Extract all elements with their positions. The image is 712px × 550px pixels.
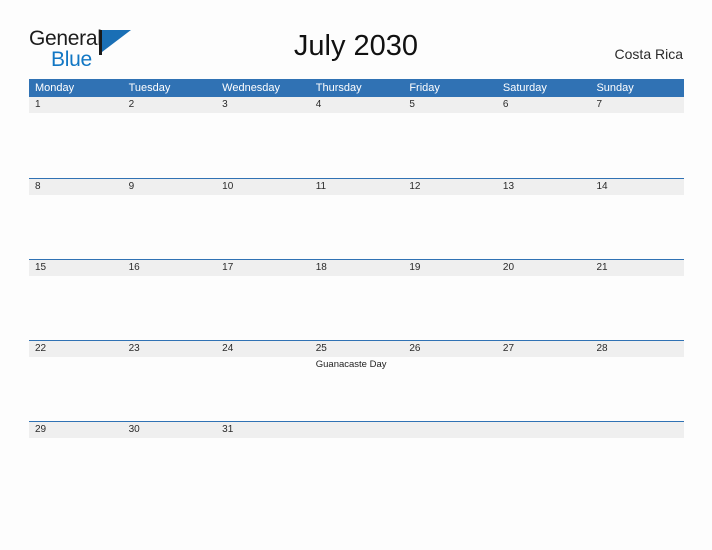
day-cell[interactable]: 17 — [216, 260, 310, 340]
day-number: 19 — [409, 262, 421, 273]
day-number: 13 — [502, 181, 515, 192]
weekday-header-wednesday: Wednesday — [222, 82, 281, 94]
day-number: 26 — [409, 343, 421, 354]
day-cell[interactable]: 29 — [29, 422, 123, 502]
day-cell[interactable]: 3 — [216, 97, 310, 178]
region-label: Costa Rica — [614, 46, 683, 62]
day-number: 7 — [596, 99, 603, 110]
day-cell[interactable] — [590, 422, 684, 502]
weekday-header-row: Monday Tuesday Wednesday Thursday Friday Satu… — [29, 79, 684, 97]
calendar-week-row: 22 23 24 25 Guanacaste Day 26 27 28 — [29, 340, 684, 421]
day-cell[interactable]: 7 — [590, 97, 684, 178]
day-number: 18 — [315, 262, 327, 273]
weekday-header-monday: Monday — [35, 82, 75, 94]
day-cell[interactable] — [310, 422, 404, 502]
week-cells: 22 23 24 25 Guanacaste Day 26 27 28 — [29, 341, 684, 421]
day-cell[interactable]: 24 — [216, 341, 310, 421]
day-cell[interactable]: 6 — [497, 97, 591, 178]
day-number: 28 — [596, 343, 608, 354]
day-number: 3 — [222, 99, 228, 110]
day-cell[interactable]: 14 — [590, 179, 684, 259]
day-cell[interactable]: 9 — [123, 179, 217, 259]
page-title: July 2030 — [293, 30, 419, 62]
day-cell[interactable]: 5 — [403, 97, 497, 178]
week-cells: 15 16 17 18 19 20 21 — [29, 260, 684, 340]
day-cell[interactable]: 30 — [123, 422, 217, 502]
week-cells: 29 30 31 — [29, 422, 684, 502]
day-number: 2 — [128, 99, 135, 110]
day-cell[interactable]: 22 — [29, 341, 123, 421]
week-cells: 1 2 3 4 5 6 7 — [29, 97, 684, 178]
day-number: 30 — [128, 424, 140, 435]
day-cell[interactable]: 16 — [123, 260, 217, 340]
day-number: 17 — [222, 262, 234, 273]
day-cell[interactable]: 20 — [497, 260, 591, 340]
day-cell[interactable]: 19 — [403, 260, 497, 340]
day-cell[interactable] — [497, 422, 591, 502]
day-number: 4 — [315, 99, 322, 110]
day-number: 21 — [596, 262, 608, 273]
day-cell[interactable]: 21 — [590, 260, 684, 340]
day-cell[interactable]: 18 — [310, 260, 404, 340]
day-number: 31 — [222, 424, 234, 435]
day-number: 14 — [596, 181, 608, 192]
day-number: 25 — [315, 343, 327, 354]
day-number: 23 — [128, 343, 140, 354]
calendar-grid: Monday Tuesday Wednesday Thursday Friday Satu… — [29, 79, 684, 502]
calendar-weeks: 1 2 3 4 5 6 7 8 9 10 11 12 13 14 15 16 17 18 19 20 21 22 23 24 2… — [29, 97, 684, 502]
day-cell[interactable]: 10 — [216, 179, 310, 259]
day-cell[interactable]: 13 — [497, 179, 591, 259]
weekday-header-thursday: Thursday — [315, 82, 362, 94]
day-cell[interactable]: 25 Guanacaste Day — [310, 341, 404, 421]
day-number: 10 — [222, 181, 234, 192]
day-number: 9 — [128, 181, 135, 192]
page-header: General Blue July 2030 Costa Rica — [0, 0, 712, 79]
calendar-week-row: 1 2 3 4 5 6 7 — [29, 97, 684, 178]
day-number: 22 — [35, 343, 47, 354]
day-number: 5 — [409, 99, 415, 110]
calendar-week-row: 29 30 31 — [29, 421, 684, 502]
day-cell[interactable]: 12 — [403, 179, 497, 259]
weekday-header-saturday: Saturday — [502, 82, 547, 94]
calendar-week-row: 15 16 17 18 19 20 21 — [29, 259, 684, 340]
day-number: 29 — [35, 424, 47, 435]
day-number: 27 — [502, 343, 515, 354]
day-number: 24 — [222, 343, 234, 354]
day-number: 16 — [128, 262, 140, 273]
day-cell[interactable]: 8 — [29, 179, 123, 259]
day-number: 6 — [502, 99, 509, 110]
day-cell[interactable]: 27 — [497, 341, 591, 421]
day-cell[interactable]: 1 — [29, 97, 123, 178]
weekday-header-friday: Friday — [409, 82, 440, 94]
day-number: 12 — [409, 181, 421, 192]
weekday-header-sunday: Sunday — [596, 82, 634, 94]
day-cell[interactable]: 4 — [310, 97, 404, 178]
day-cell[interactable]: 31 — [216, 422, 310, 502]
day-number: 20 — [502, 262, 515, 273]
weekday-header-tuesday: Tuesday — [128, 82, 171, 94]
calendar-week-row: 8 9 10 11 12 13 14 — [29, 178, 684, 259]
day-events: Guanacaste Day — [310, 357, 404, 371]
day-cell[interactable]: 15 — [29, 260, 123, 340]
day-event-label: Guanacaste Day — [315, 359, 387, 370]
day-number: 8 — [35, 181, 41, 192]
day-cell[interactable]: 11 — [310, 179, 404, 259]
day-number: 15 — [35, 262, 47, 273]
day-cell[interactable]: 23 — [123, 341, 217, 421]
day-cell[interactable]: 28 — [590, 341, 684, 421]
week-cells: 8 9 10 11 12 13 14 — [29, 179, 684, 259]
day-number: 11 — [315, 181, 327, 192]
day-cell[interactable]: 2 — [123, 97, 217, 178]
day-cell[interactable]: 26 — [403, 341, 497, 421]
day-cell[interactable] — [403, 422, 497, 502]
day-number: 1 — [35, 99, 41, 110]
